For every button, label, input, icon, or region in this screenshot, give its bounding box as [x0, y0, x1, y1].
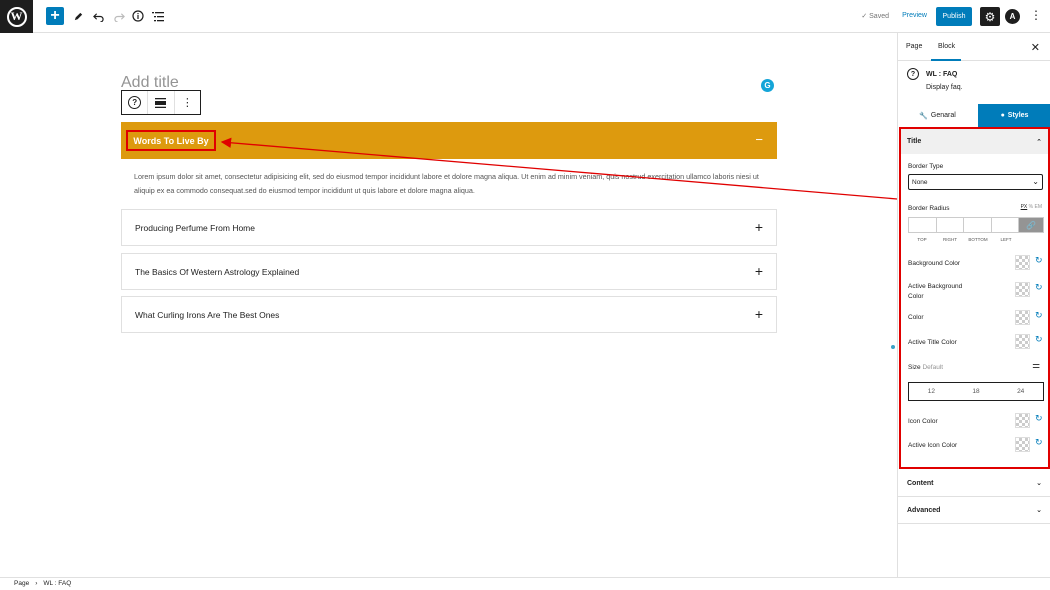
reset-icon[interactable]: ↻ — [1035, 282, 1043, 293]
size-label: Size Default — [908, 364, 944, 371]
faq-item-title: What Curling Irons Are The Best Ones — [135, 310, 280, 320]
saved-status: ✓ Saved — [861, 13, 889, 20]
active-tab-indicator — [931, 59, 961, 61]
preview-button[interactable]: Preview — [902, 12, 927, 19]
tab-page[interactable]: Page — [906, 43, 922, 50]
active-icon-color-swatch[interactable] — [1015, 437, 1030, 452]
publish-button[interactable]: Publish — [936, 7, 972, 26]
reset-icon[interactable]: ↻ — [1035, 413, 1043, 424]
faq-item-title: The Basics Of Western Astrology Explaine… — [135, 267, 300, 277]
size-preset-button[interactable]: 18 — [954, 388, 999, 395]
radius-top-input[interactable] — [909, 218, 937, 232]
settings-sidebar: Page Block ✕ ? WL : FAQ Display faq. 🔧 Ge… — [897, 33, 1050, 577]
title-panel-heading: Title — [907, 138, 922, 145]
radius-side-labels: TOP RIGHT BOTTOM LEFT — [917, 237, 1012, 242]
tab-general[interactable]: 🔧 Genaral — [898, 104, 977, 127]
breadcrumb-block[interactable]: WL : FAQ — [43, 580, 71, 588]
content-panel-toggle[interactable]: Content ⌄ — [898, 470, 1050, 497]
faq-item-title: Producing Perfume From Home — [135, 223, 255, 233]
question-circle-icon: ? — [128, 96, 142, 109]
block-type-button[interactable]: ? — [122, 91, 149, 114]
reset-icon[interactable]: ↻ — [1035, 310, 1043, 321]
advanced-panel-toggle[interactable]: Advanced ⌄ — [898, 497, 1050, 524]
active-title-color-label: Active Title Color — [908, 339, 957, 346]
redo-icon[interactable] — [110, 7, 128, 25]
sliders-icon[interactable]: ⚌ — [1032, 360, 1040, 371]
chevron-down-icon: ⌄ — [1036, 507, 1042, 514]
title-style-panel: Title ⌃ Border Type None ⌄ Border Radius… — [899, 127, 1050, 469]
grammarly-icon[interactable]: G — [761, 79, 774, 92]
tab-styles[interactable]: ● Styles — [978, 104, 1050, 127]
question-circle-icon: ? — [907, 68, 919, 80]
astra-settings-icon[interactable]: A — [1005, 9, 1020, 24]
wordpress-logo-icon[interactable]: W — [0, 0, 33, 33]
reset-icon[interactable]: ↻ — [1035, 437, 1043, 448]
size-presets: 12 18 24 — [908, 382, 1044, 401]
close-icon[interactable]: ✕ — [1031, 41, 1040, 54]
expand-plus-icon[interactable]: + — [755, 219, 763, 235]
expand-plus-icon[interactable]: + — [755, 263, 763, 279]
faq-active-title[interactable]: Words To Live By — [126, 130, 216, 151]
undo-icon[interactable] — [89, 7, 107, 25]
size-preset-button[interactable]: 24 — [998, 388, 1043, 395]
unit-switcher[interactable]: PX % EM — [1021, 204, 1042, 210]
align-button[interactable] — [148, 91, 175, 114]
collapse-minus-icon[interactable]: − — [755, 132, 763, 147]
radius-bottom-input[interactable] — [964, 218, 992, 232]
icon-color-swatch[interactable] — [1015, 413, 1030, 428]
settings-gear-icon[interactable]: ⚙ — [980, 7, 1000, 26]
title-panel-header[interactable]: Title ⌃ — [901, 129, 1048, 154]
expand-plus-icon[interactable]: + — [755, 306, 763, 322]
align-icon — [155, 97, 167, 108]
faq-active-content[interactable]: Lorem ipsum dolor sit amet, consectetur … — [134, 170, 764, 198]
pencil-icon[interactable] — [69, 7, 87, 25]
block-description: Display faq. — [926, 84, 963, 91]
breadcrumb-page[interactable]: Page — [14, 580, 29, 588]
block-name: WL : FAQ — [926, 71, 958, 78]
faq-item[interactable]: The Basics Of Western Astrology Explaine… — [121, 253, 777, 290]
border-type-label: Border Type — [908, 163, 944, 170]
active-title-color-swatch[interactable] — [1015, 334, 1030, 349]
reset-icon[interactable]: ↻ — [1035, 255, 1043, 266]
editor-header: W + ✓ Saved Preview Publish ⚙ A ⋮ — [0, 0, 1050, 33]
reset-icon[interactable]: ↻ — [1035, 334, 1043, 345]
radius-right-input[interactable] — [937, 218, 964, 232]
info-icon[interactable] — [129, 7, 147, 25]
background-color-label: Background Color — [908, 260, 961, 267]
size-preset-button[interactable]: 12 — [909, 388, 954, 395]
border-radius-inputs: 🔗 — [908, 217, 1044, 233]
chevron-up-icon: ⌃ — [1036, 138, 1042, 146]
chevron-down-icon: ⌄ — [1032, 177, 1039, 186]
list-view-icon[interactable] — [149, 7, 167, 25]
tab-block[interactable]: Block — [938, 43, 955, 50]
link-values-icon[interactable]: 🔗 — [1019, 218, 1043, 232]
block-toolbar: ? ⋮ — [121, 90, 201, 115]
general-styles-tabs: 🔧 Genaral ● Styles — [898, 104, 1050, 127]
block-options-button[interactable]: ⋮ — [175, 91, 200, 114]
active-background-color-swatch[interactable] — [1015, 282, 1030, 297]
styles-icon: ● — [1000, 112, 1005, 119]
icon-color-label: Icon Color — [908, 418, 938, 425]
color-label: Color — [908, 314, 924, 321]
editor-canvas: Add title G ? ⋮ Words To Live By − Lorem… — [0, 33, 897, 577]
color-swatch[interactable] — [1015, 310, 1030, 325]
resize-handle-dot[interactable] — [891, 345, 895, 349]
more-options-icon[interactable]: ⋮ — [1030, 8, 1042, 22]
faq-item[interactable]: What Curling Irons Are The Best Ones + — [121, 296, 777, 333]
active-background-color-label: Active Background Color — [908, 283, 963, 300]
sidebar-tabs: Page Block ✕ — [898, 33, 1050, 61]
background-color-swatch[interactable] — [1015, 255, 1030, 270]
breadcrumb-separator: › — [35, 580, 38, 587]
faq-item[interactable]: Producing Perfume From Home + — [121, 209, 777, 246]
wrench-icon: 🔧 — [919, 112, 928, 120]
border-type-select[interactable]: None ⌄ — [908, 174, 1043, 190]
active-icon-color-label: Active Icon Color — [908, 442, 958, 449]
add-block-button[interactable]: + — [46, 7, 64, 25]
radius-left-input[interactable] — [992, 218, 1019, 232]
faq-item-active[interactable]: Words To Live By − — [121, 122, 777, 159]
border-radius-label: Border Radius — [908, 205, 950, 212]
chevron-down-icon: ⌄ — [1036, 480, 1042, 487]
block-breadcrumb: Page › WL : FAQ — [0, 577, 1050, 590]
